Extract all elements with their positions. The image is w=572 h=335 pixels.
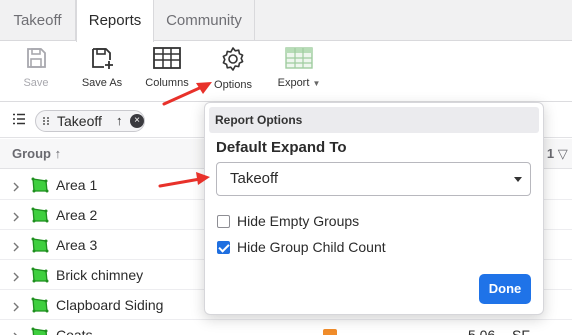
area-shape-icon (31, 327, 49, 335)
area-shape-icon (31, 237, 49, 256)
tab-bar: Takeoff Reports Community (0, 0, 572, 42)
dropdown-caret-icon (514, 177, 522, 182)
remove-chip-icon[interactable]: × (130, 114, 144, 128)
hide-empty-groups-label: Hide Empty Groups (237, 213, 360, 229)
export-text: Export (277, 77, 310, 89)
chevron-right-icon[interactable] (12, 299, 20, 315)
row-name: Area 3 (56, 237, 98, 253)
list-icon[interactable] (12, 113, 26, 125)
row-name: Area 1 (56, 177, 98, 193)
hide-child-count-label: Hide Group Child Count (237, 239, 386, 255)
save-as-label: Save As (81, 77, 123, 89)
chevron-right-icon[interactable] (12, 179, 20, 195)
report-options-popup: Report Options Default Expand To Takeoff… (204, 102, 544, 315)
chevron-down-icon: ▼ (312, 79, 321, 88)
tab-reports[interactable]: Reports (76, 0, 154, 42)
hide-empty-groups-checkbox[interactable] (217, 215, 230, 228)
tab-community[interactable]: Community (154, 0, 255, 41)
area-shape-icon (31, 297, 49, 316)
chevron-right-icon[interactable] (12, 209, 20, 225)
row-name: Coats (56, 327, 93, 335)
area-shape-icon (31, 177, 49, 196)
export-label: Export ▼ (272, 77, 326, 89)
default-expand-label: Default Expand To (216, 139, 347, 156)
table-row[interactable]: Coats 5.06 SF (0, 320, 572, 335)
area-shape-icon (31, 207, 49, 226)
default-expand-select[interactable]: Takeoff (216, 162, 531, 196)
chip-label: Takeoff (57, 113, 102, 129)
default-expand-value: Takeoff (230, 170, 279, 187)
spreadsheet-icon (285, 47, 313, 69)
options-button[interactable]: Options (209, 46, 257, 98)
group-chip-takeoff[interactable]: Takeoff ↑ × (35, 110, 145, 132)
filter-icon[interactable]: ▽ (558, 146, 568, 161)
tab-takeoff[interactable]: Takeoff (0, 0, 76, 41)
row-value: 5.06 (468, 327, 496, 335)
chevron-right-icon[interactable] (12, 239, 20, 255)
save-label: Save (23, 77, 49, 89)
options-label: Options (214, 79, 252, 91)
save-button[interactable]: Save (20, 46, 52, 98)
sort-arrow-icon[interactable]: ↑ (116, 111, 123, 131)
report-toolbar: Save Save As Columns Options Export ▼ (0, 42, 572, 102)
area-shape-icon (31, 267, 49, 286)
row-name: Area 2 (56, 207, 98, 223)
done-button[interactable]: Done (479, 274, 531, 304)
drag-handle-icon[interactable] (41, 116, 51, 126)
save-icon (27, 48, 46, 68)
export-button[interactable]: Export ▼ (272, 46, 326, 98)
gear-icon (222, 47, 244, 71)
group-column-header[interactable]: Group ↑ (12, 146, 61, 161)
popup-title: Report Options (209, 107, 539, 133)
chevron-right-icon[interactable] (12, 329, 20, 335)
chevron-right-icon[interactable] (12, 269, 20, 285)
annotation-arrow-options (162, 82, 212, 106)
columns-icon (153, 47, 181, 69)
save-as-icon (92, 48, 113, 69)
hide-child-count-checkbox[interactable] (217, 241, 230, 254)
color-swatch (323, 329, 337, 335)
annotation-arrow-select (158, 172, 210, 188)
row-unit: SF (512, 327, 530, 335)
row-name: Clapboard Siding (56, 297, 164, 313)
row-name: Brick chimney (56, 267, 144, 283)
save-as-button[interactable]: Save As (78, 46, 126, 98)
